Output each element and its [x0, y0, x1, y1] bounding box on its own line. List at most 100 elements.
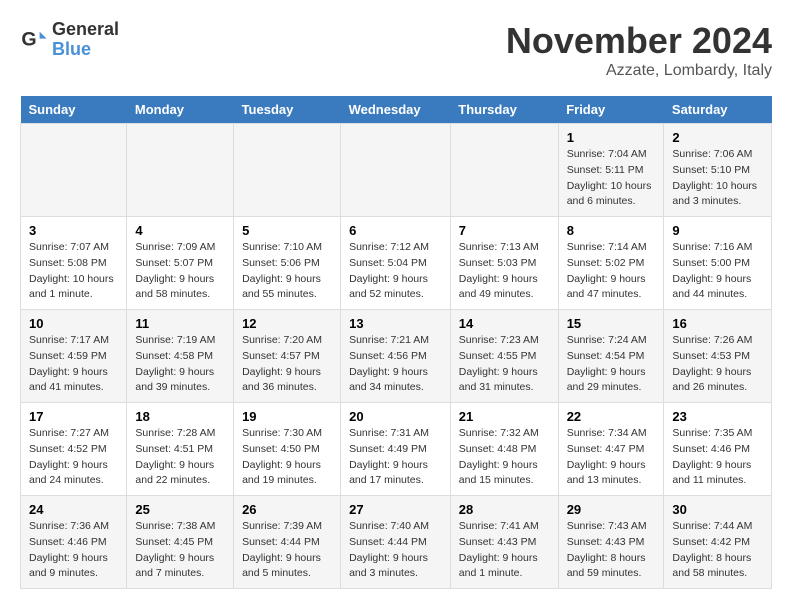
logo-icon: G: [20, 26, 48, 54]
calendar-cell: 17 Sunrise: 7:27 AM Sunset: 4:52 PM Dayli…: [21, 403, 127, 496]
day-info: Sunrise: 7:44 AM Sunset: 4:42 PM Dayligh…: [672, 519, 763, 582]
weekday-header: Sunday: [21, 96, 127, 124]
logo-line1: General: [52, 20, 119, 40]
day-number: 13: [349, 316, 442, 331]
logo-line2: Blue: [52, 40, 119, 60]
day-info: Sunrise: 7:34 AM Sunset: 4:47 PM Dayligh…: [567, 426, 656, 489]
day-number: 14: [459, 316, 550, 331]
calendar-cell: 1 Sunrise: 7:04 AM Sunset: 5:11 PM Daylig…: [558, 124, 664, 217]
day-info: Sunrise: 7:35 AM Sunset: 4:46 PM Dayligh…: [672, 426, 763, 489]
day-info: Sunrise: 7:28 AM Sunset: 4:51 PM Dayligh…: [135, 426, 225, 489]
calendar-cell: 3 Sunrise: 7:07 AM Sunset: 5:08 PM Daylig…: [21, 217, 127, 310]
day-info: Sunrise: 7:21 AM Sunset: 4:56 PM Dayligh…: [349, 333, 442, 396]
weekday-header: Friday: [558, 96, 664, 124]
calendar-cell: 21 Sunrise: 7:32 AM Sunset: 4:48 PM Dayli…: [450, 403, 558, 496]
calendar-cell: 9 Sunrise: 7:16 AM Sunset: 5:00 PM Daylig…: [664, 217, 772, 310]
day-number: 5: [242, 223, 332, 238]
day-info: Sunrise: 7:41 AM Sunset: 4:43 PM Dayligh…: [459, 519, 550, 582]
calendar-cell: 19 Sunrise: 7:30 AM Sunset: 4:50 PM Dayli…: [234, 403, 341, 496]
calendar-cell: [21, 124, 127, 217]
weekday-header: Wednesday: [341, 96, 451, 124]
logo: G General Blue: [20, 20, 119, 60]
calendar-cell: 22 Sunrise: 7:34 AM Sunset: 4:47 PM Dayli…: [558, 403, 664, 496]
day-number: 18: [135, 409, 225, 424]
calendar-cell: 25 Sunrise: 7:38 AM Sunset: 4:45 PM Dayli…: [127, 496, 234, 589]
calendar-week-row: 24Sunrise: 7:36 AM Sunset: 4:46 PM Dayli…: [21, 496, 772, 589]
calendar-cell: 27 Sunrise: 7:40 AM Sunset: 4:44 PM Dayli…: [341, 496, 451, 589]
calendar-cell: 12Sunrise: 7:20 AM Sunset: 4:57 PM Dayli…: [234, 310, 341, 403]
logo-text: General Blue: [52, 20, 119, 60]
day-info: Sunrise: 7:07 AM Sunset: 5:08 PM Dayligh…: [29, 240, 118, 303]
day-number: 9: [672, 223, 763, 238]
calendar-cell: 15Sunrise: 7:24 AM Sunset: 4:54 PM Dayli…: [558, 310, 664, 403]
day-info: Sunrise: 7:43 AM Sunset: 4:43 PM Dayligh…: [567, 519, 656, 582]
day-number: 20: [349, 409, 442, 424]
weekday-header: Saturday: [664, 96, 772, 124]
day-info: Sunrise: 7:31 AM Sunset: 4:49 PM Dayligh…: [349, 426, 442, 489]
calendar-cell: [234, 124, 341, 217]
day-number: 8: [567, 223, 656, 238]
day-number: 29: [567, 502, 656, 517]
weekday-header: Monday: [127, 96, 234, 124]
day-info: Sunrise: 7:10 AM Sunset: 5:06 PM Dayligh…: [242, 240, 332, 303]
day-info: Sunrise: 7:16 AM Sunset: 5:00 PM Dayligh…: [672, 240, 763, 303]
calendar-cell: 18 Sunrise: 7:28 AM Sunset: 4:51 PM Dayli…: [127, 403, 234, 496]
day-info: Sunrise: 7:19 AM Sunset: 4:58 PM Dayligh…: [135, 333, 225, 396]
day-info: Sunrise: 7:14 AM Sunset: 5:02 PM Dayligh…: [567, 240, 656, 303]
day-info: Sunrise: 7:40 AM Sunset: 4:44 PM Dayligh…: [349, 519, 442, 582]
day-number: 30: [672, 502, 763, 517]
calendar-cell: 23Sunrise: 7:35 AM Sunset: 4:46 PM Dayli…: [664, 403, 772, 496]
day-number: 4: [135, 223, 225, 238]
calendar-week-row: 10 Sunrise: 7:17 AM Sunset: 4:59 PM Dayli…: [21, 310, 772, 403]
calendar-cell: [127, 124, 234, 217]
location: Azzate, Lombardy, Italy: [506, 62, 772, 80]
calendar-week-row: 3 Sunrise: 7:07 AM Sunset: 5:08 PM Daylig…: [21, 217, 772, 310]
day-number: 11: [135, 316, 225, 331]
day-info: Sunrise: 7:39 AM Sunset: 4:44 PM Dayligh…: [242, 519, 332, 582]
day-number: 1: [567, 130, 656, 145]
day-number: 24: [29, 502, 118, 517]
calendar-cell: 6 Sunrise: 7:12 AM Sunset: 5:04 PM Daylig…: [341, 217, 451, 310]
day-number: 10: [29, 316, 118, 331]
day-info: Sunrise: 7:06 AM Sunset: 5:10 PM Dayligh…: [672, 147, 763, 210]
calendar-cell: 2 Sunrise: 7:06 AM Sunset: 5:10 PM Daylig…: [664, 124, 772, 217]
weekday-header-row: SundayMondayTuesdayWednesdayThursdayFrid…: [21, 96, 772, 124]
calendar-cell: 11 Sunrise: 7:19 AM Sunset: 4:58 PM Dayli…: [127, 310, 234, 403]
day-number: 2: [672, 130, 763, 145]
calendar-cell: 20 Sunrise: 7:31 AM Sunset: 4:49 PM Dayli…: [341, 403, 451, 496]
day-number: 3: [29, 223, 118, 238]
calendar-cell: 13 Sunrise: 7:21 AM Sunset: 4:56 PM Dayli…: [341, 310, 451, 403]
calendar-cell: 10 Sunrise: 7:17 AM Sunset: 4:59 PM Dayli…: [21, 310, 127, 403]
calendar-cell: 29 Sunrise: 7:43 AM Sunset: 4:43 PM Dayli…: [558, 496, 664, 589]
day-number: 26: [242, 502, 332, 517]
day-number: 6: [349, 223, 442, 238]
day-info: Sunrise: 7:38 AM Sunset: 4:45 PM Dayligh…: [135, 519, 225, 582]
day-info: Sunrise: 7:04 AM Sunset: 5:11 PM Dayligh…: [567, 147, 656, 210]
calendar-cell: 4 Sunrise: 7:09 AM Sunset: 5:07 PM Daylig…: [127, 217, 234, 310]
day-info: Sunrise: 7:09 AM Sunset: 5:07 PM Dayligh…: [135, 240, 225, 303]
weekday-header: Thursday: [450, 96, 558, 124]
day-number: 25: [135, 502, 225, 517]
title-block: November 2024 Azzate, Lombardy, Italy: [506, 20, 772, 80]
day-number: 28: [459, 502, 550, 517]
day-info: Sunrise: 7:20 AM Sunset: 4:57 PM Dayligh…: [242, 333, 332, 396]
calendar-cell: 16Sunrise: 7:26 AM Sunset: 4:53 PM Dayli…: [664, 310, 772, 403]
day-number: 22: [567, 409, 656, 424]
day-number: 27: [349, 502, 442, 517]
day-info: Sunrise: 7:17 AM Sunset: 4:59 PM Dayligh…: [29, 333, 118, 396]
calendar-week-row: 1 Sunrise: 7:04 AM Sunset: 5:11 PM Daylig…: [21, 124, 772, 217]
day-info: Sunrise: 7:24 AM Sunset: 4:54 PM Dayligh…: [567, 333, 656, 396]
day-number: 16: [672, 316, 763, 331]
day-number: 21: [459, 409, 550, 424]
weekday-header: Tuesday: [234, 96, 341, 124]
day-info: Sunrise: 7:30 AM Sunset: 4:50 PM Dayligh…: [242, 426, 332, 489]
calendar-cell: 5 Sunrise: 7:10 AM Sunset: 5:06 PM Daylig…: [234, 217, 341, 310]
day-info: Sunrise: 7:32 AM Sunset: 4:48 PM Dayligh…: [459, 426, 550, 489]
day-info: Sunrise: 7:12 AM Sunset: 5:04 PM Dayligh…: [349, 240, 442, 303]
day-number: 19: [242, 409, 332, 424]
day-number: 17: [29, 409, 118, 424]
day-info: Sunrise: 7:27 AM Sunset: 4:52 PM Dayligh…: [29, 426, 118, 489]
calendar-cell: [341, 124, 451, 217]
day-info: Sunrise: 7:13 AM Sunset: 5:03 PM Dayligh…: [459, 240, 550, 303]
calendar-cell: 24Sunrise: 7:36 AM Sunset: 4:46 PM Dayli…: [21, 496, 127, 589]
